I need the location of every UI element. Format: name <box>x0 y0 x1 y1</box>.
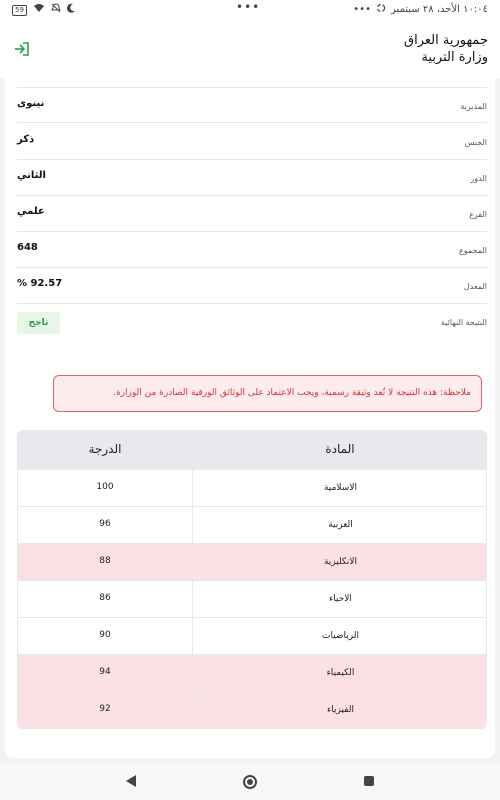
pass-badge: ناجح <box>17 312 60 334</box>
branch-value: علمي <box>17 206 45 217</box>
subject-cell: الانكليزية <box>192 544 486 581</box>
grade-cell: 88 <box>99 556 111 566</box>
system-nav-bar <box>0 764 500 800</box>
recent-apps-icon[interactable] <box>364 776 374 786</box>
info-row-round: الدور الثاني <box>17 160 487 196</box>
average-value: 92.57 % <box>17 278 63 289</box>
grades-table: المادة الدرجة الاسلامية 100 العربية 96 ا… <box>17 430 487 729</box>
directorate-value: نينوى <box>17 98 45 109</box>
sync-icon <box>376 3 386 16</box>
mute-icon <box>51 3 61 17</box>
table-row: الاحياء 86 <box>18 580 486 618</box>
table-row: الاسلامية 100 <box>18 469 486 507</box>
subject-cell: الرياضيات <box>192 618 486 655</box>
header-titles: جمهورية العراق وزارة التربية <box>404 32 488 66</box>
subject-cell: الكيمياء <box>192 655 486 692</box>
info-row-branch: الفرع علمي <box>17 196 487 232</box>
final-result-label: النتيجة النهائية <box>440 318 487 327</box>
branch-label: الفرع <box>469 210 487 219</box>
info-row-total: المجموع 648 <box>17 232 487 268</box>
grade-cell: 96 <box>99 519 111 529</box>
home-icon[interactable] <box>243 775 257 789</box>
table-row: الكيمياء 94 <box>18 654 486 692</box>
app-header: جمهورية العراق وزارة التربية <box>0 20 500 78</box>
time-date: ١٠:٠٤ الأحد، ٢٨ سبتمبر <box>390 4 488 15</box>
back-icon[interactable] <box>126 775 136 787</box>
grade-cell: 86 <box>99 593 111 603</box>
info-row-gender: الجنس ذكر <box>17 124 487 160</box>
subject-column-header: المادة <box>325 442 355 456</box>
round-label: الدور <box>470 174 487 183</box>
gender-label: الجنس <box>464 138 487 147</box>
gender-value: ذكر <box>17 134 35 145</box>
disclaimer-note: ملاحظة: هذه النتيجة لا تُعد وثيقة رسمية،… <box>53 375 482 412</box>
directorate-label: المديرية <box>460 102 487 111</box>
table-row: الفيزياء 92 <box>18 691 486 728</box>
table-header: المادة الدرجة <box>18 431 486 469</box>
grade-cell: 100 <box>96 482 114 492</box>
status-icons: 59 <box>12 3 76 17</box>
subject-cell: الاحياء <box>192 581 486 618</box>
table-row: الانكليزية 88 <box>18 543 486 581</box>
average-label: المعدل <box>463 282 487 291</box>
more-dots: ••• <box>236 0 261 14</box>
table-row: العربية 96 <box>18 506 486 544</box>
info-row-directorate: المديرية نينوى <box>17 87 487 123</box>
subject-cell: الفيزياء <box>192 692 486 728</box>
grade-cell: 92 <box>99 704 111 714</box>
battery-icon: 59 <box>12 4 27 16</box>
table-row: الرياضيات 90 <box>18 617 486 655</box>
wifi-icon <box>33 3 45 17</box>
grade-column-header: الدرجة <box>88 442 122 456</box>
result-card: المديرية نينوى الجنس ذكر الدور الثاني ال… <box>5 78 495 758</box>
status-bar: 59 ••• ١٠:٠٤ الأحد، ٢٨ سبتمبر ••• <box>0 0 500 20</box>
subject-cell: العربية <box>192 507 486 544</box>
ministry-title: وزارة التربية <box>421 50 488 65</box>
country-title: جمهورية العراق <box>404 33 488 48</box>
info-row-average: المعدل 92.57 % <box>17 268 487 304</box>
round-value: الثاني <box>17 170 46 181</box>
total-label: المجموع <box>459 246 487 255</box>
moon-icon <box>66 3 76 17</box>
total-value: 648 <box>17 242 38 253</box>
status-time: ١٠:٠٤ الأحد، ٢٨ سبتمبر ••• <box>353 3 488 16</box>
grade-cell: 90 <box>99 630 111 640</box>
subject-cell: الاسلامية <box>192 470 486 507</box>
logout-icon[interactable] <box>12 39 32 59</box>
more-dots-small: ••• <box>353 4 371 15</box>
info-row-final-result: النتيجة النهائية ناجح <box>17 304 487 340</box>
grade-cell: 94 <box>99 667 111 677</box>
